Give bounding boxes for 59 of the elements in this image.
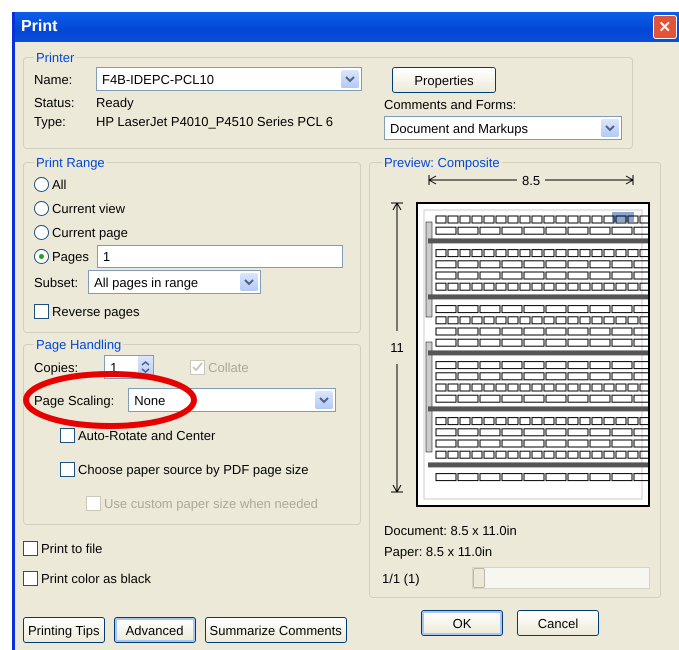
checkbox-label: Print color as black <box>41 570 151 586</box>
checkbox[interactable] <box>23 540 38 556</box>
chevron-down-icon <box>244 278 254 286</box>
radio-label: All <box>52 176 66 192</box>
field-label: Subset: <box>34 274 78 290</box>
radio-button[interactable] <box>34 200 49 216</box>
field-label: Copies: <box>34 360 78 374</box>
group-title: Preview: Composite <box>383 155 501 170</box>
document-size: Document: 8.5 x 11.0in <box>384 523 518 538</box>
close-button[interactable]: ✕ <box>653 15 677 39</box>
field-label: Comments and Forms: <box>384 97 518 112</box>
radio-label: Current page <box>52 224 128 240</box>
checkbox[interactable] <box>23 570 38 586</box>
group-title: Printer <box>35 50 76 65</box>
checkbox-label: Collate <box>208 360 249 374</box>
chevron-down-icon <box>319 396 330 404</box>
window-title: Print <box>21 18 58 36</box>
radio-label: Pages <box>52 248 89 264</box>
checkbox[interactable] <box>60 462 75 476</box>
pages-input[interactable]: 1 <box>96 244 343 268</box>
dialog-button[interactable]: Printing Tips <box>23 617 105 643</box>
height-label: 11 <box>390 340 404 355</box>
paper-size: Paper: 8.5 x 11.0in <box>384 544 494 559</box>
radio-button[interactable] <box>34 248 49 264</box>
checkbox-label: Print to file <box>41 540 102 556</box>
group-title: Print Range <box>35 155 106 170</box>
field-label: Type: <box>34 114 67 129</box>
comments-select[interactable]: Document and Markups <box>384 116 622 140</box>
status-value: Ready <box>96 95 135 110</box>
width-label: 8.5 <box>522 172 540 188</box>
radio-button[interactable] <box>34 176 49 192</box>
check-icon <box>192 362 204 372</box>
printer-select[interactable]: F4B-IDEPC-PCL10 <box>96 67 362 91</box>
chevron-down-icon <box>605 124 615 132</box>
page-counter: 1/1 (1) <box>382 570 420 586</box>
checkbox-label: Use custom paper size when needed <box>104 496 318 510</box>
properties-button[interactable]: Properties <box>392 67 496 93</box>
chevron-down-icon <box>345 75 355 83</box>
printer-type: HP LaserJet P4010_P4510 Series PCL 6 <box>96 114 334 129</box>
checkbox-label: Auto-Rotate and Center <box>78 428 216 442</box>
dialog-button[interactable]: OK <box>421 610 503 636</box>
checkbox[interactable] <box>34 304 49 318</box>
dialog-button[interactable]: Cancel <box>517 610 599 636</box>
dialog-button[interactable]: Summarize Comments <box>204 617 347 643</box>
field-label: Page Scaling: <box>34 392 114 408</box>
field-label: Status: <box>34 95 76 110</box>
slider-thumb[interactable] <box>472 568 485 588</box>
field-label: Name: <box>34 72 74 86</box>
page-scaling-select[interactable]: None <box>128 388 336 412</box>
checkbox-label: Reverse pages <box>52 304 140 318</box>
group-title: Page Handling <box>35 337 122 352</box>
page-slider[interactable] <box>472 567 650 589</box>
checkbox-label: Choose paper source by PDF page size <box>78 462 309 476</box>
subset-select[interactable]: All pages in range <box>88 270 262 294</box>
checkbox[interactable] <box>60 428 75 442</box>
radio-label: Current view <box>52 200 125 216</box>
radio-button[interactable] <box>34 224 49 240</box>
spin-arrows-icon <box>141 360 150 374</box>
dialog-button[interactable]: Advanced <box>114 617 196 643</box>
